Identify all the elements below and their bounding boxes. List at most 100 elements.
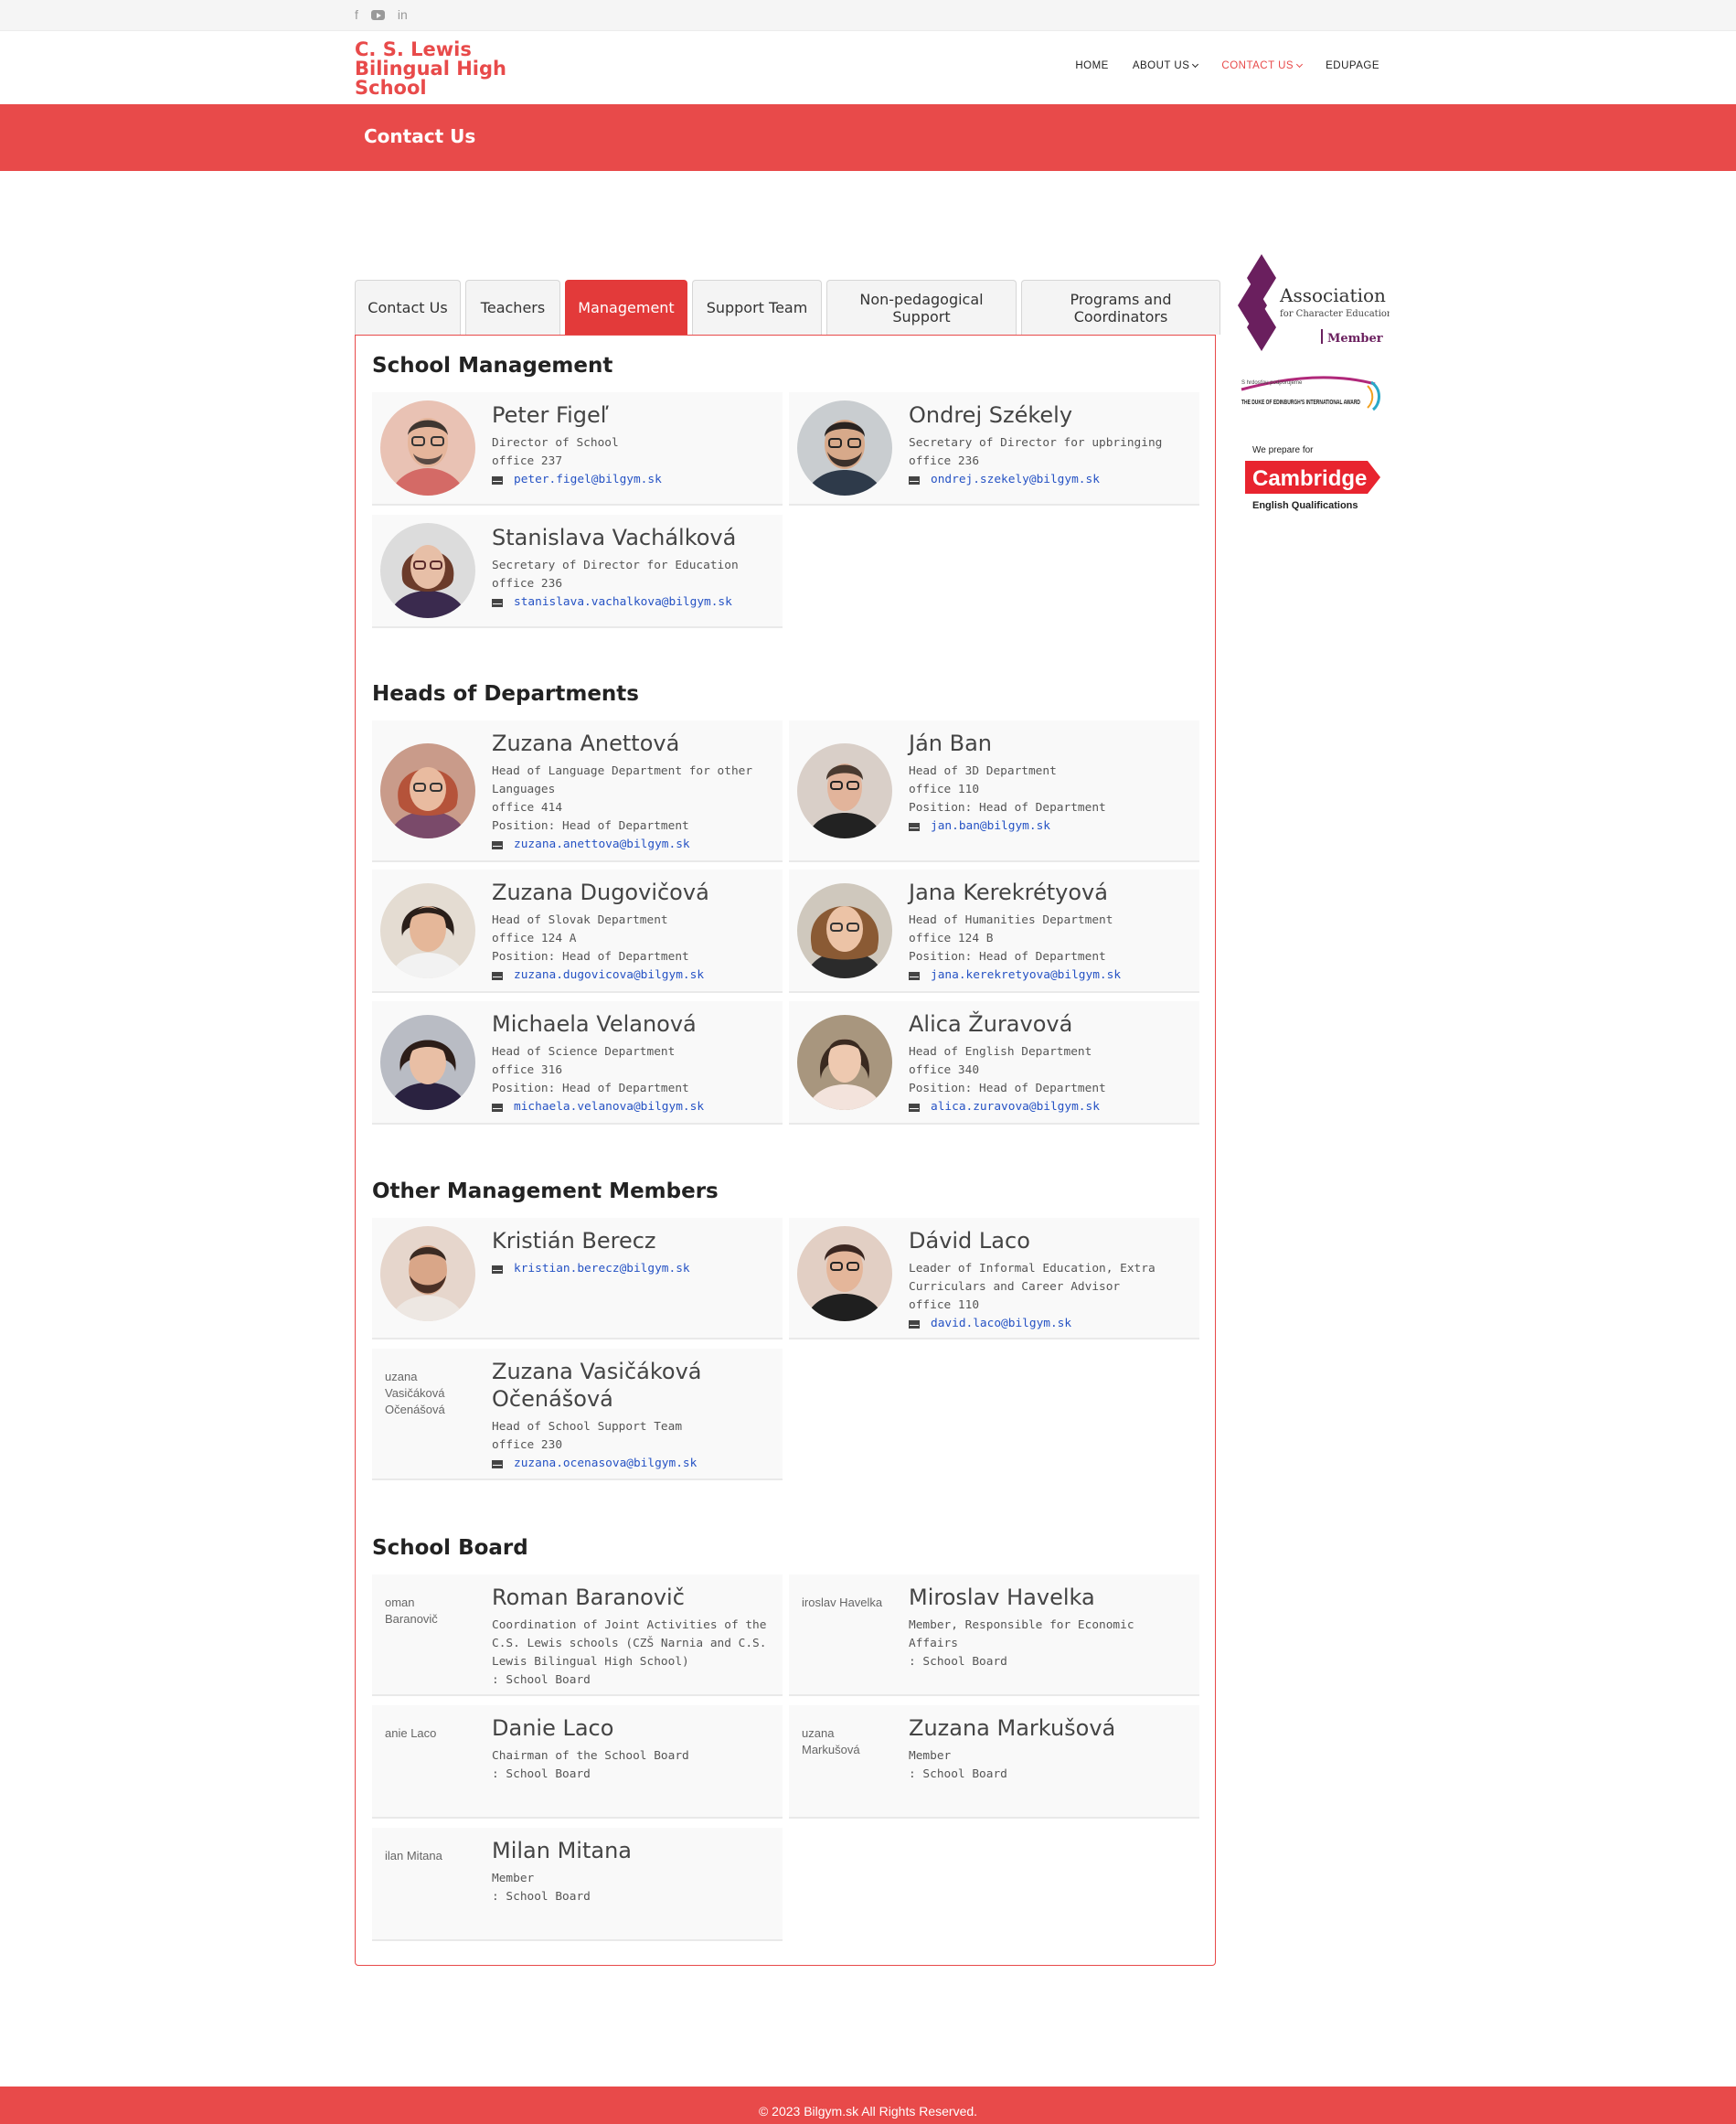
- chevron-down-icon: [1296, 60, 1304, 69]
- page-title-banner: Contact Us: [0, 104, 1736, 171]
- email-link[interactable]: jan.ban@bilgym.sk: [931, 817, 1050, 836]
- avatar: [380, 883, 475, 978]
- nav-home[interactable]: HOME: [1075, 60, 1109, 71]
- person-name: Danie Laco: [492, 1715, 614, 1741]
- person-name: Miroslav Havelka: [909, 1585, 1095, 1610]
- main-nav: HOME ABOUT US CONTACT US EDUPAGE: [1075, 60, 1379, 71]
- person-name: Roman Baranovič: [492, 1585, 685, 1610]
- person-name: Alica Žuravová: [909, 1011, 1073, 1037]
- nav-edupage[interactable]: EDUPAGE: [1326, 60, 1379, 71]
- person-role: Head of School Support Team: [492, 1420, 683, 1434]
- staff-card: ilan Mitana Milan Mitana Member : School…: [372, 1828, 783, 1941]
- section-title-school-board: School Board: [372, 1536, 528, 1560]
- avatar: [380, 523, 475, 618]
- person-name: Dávid Laco: [909, 1228, 1030, 1254]
- email-link[interactable]: zuzana.dugovicova@bilgym.sk: [514, 966, 704, 985]
- person-group: : School Board: [909, 1655, 1007, 1669]
- person-name: Ján Ban: [909, 731, 993, 756]
- ace-subtitle: for Character Education: [1280, 309, 1390, 319]
- person-office: office 236: [909, 454, 980, 468]
- tab-support-team[interactable]: Support Team: [692, 280, 822, 335]
- cambridge-bottom-text: English Qualifications: [1252, 500, 1358, 511]
- tab-management[interactable]: Management: [565, 280, 687, 335]
- staff-card: Jana Kerekrétyová Head of Humanities Dep…: [789, 870, 1199, 993]
- staff-card: Kristián Berecz kristian.berecz@bilgym.s…: [372, 1218, 783, 1340]
- person-name: Zuzana Anettová: [492, 731, 680, 756]
- ace-title: Association: [1279, 284, 1386, 306]
- duke-of-edinburgh-logo[interactable]: S hrdosťou podporujeme THE DUKE OF EDINB…: [1234, 373, 1390, 415]
- linkedin-icon[interactable]: in: [398, 7, 408, 22]
- envelope-icon: [492, 971, 503, 980]
- person-role: Coordination of Joint Activities of the …: [492, 1618, 767, 1669]
- copyright-text: © 2023 Bilgym.sk All Rights Reserved.: [758, 2104, 978, 2119]
- avatar: [797, 743, 892, 838]
- email-link[interactable]: ondrej.szekely@bilgym.sk: [931, 471, 1100, 489]
- email-link[interactable]: david.laco@bilgym.sk: [931, 1315, 1071, 1333]
- person-office: office 110: [909, 783, 980, 796]
- email-link[interactable]: peter.figel@bilgym.sk: [514, 471, 662, 489]
- staff-card: Alica Žuravová Head of English Departmen…: [789, 1001, 1199, 1125]
- avatar: [380, 1015, 475, 1110]
- person-group: : School Board: [909, 1767, 1007, 1781]
- email-link[interactable]: jana.kerekretyova@bilgym.sk: [931, 966, 1121, 985]
- staff-card: iroslav Havelka Miroslav Havelka Member,…: [789, 1574, 1199, 1696]
- person-office: office 237: [492, 454, 563, 468]
- site-header: C. S. Lewis Bilingual High School HOME A…: [0, 31, 1736, 104]
- person-office: office 414: [492, 801, 563, 815]
- youtube-icon[interactable]: [370, 9, 385, 20]
- email-link[interactable]: kristian.berecz@bilgym.sk: [514, 1260, 690, 1278]
- staff-card: Peter Figeľ Director of School office 23…: [372, 392, 783, 506]
- person-name: Zuzana Dugovičová: [492, 880, 709, 905]
- person-group: : School Board: [492, 1767, 591, 1781]
- dofe-small-text: S hrdosťou podporujeme: [1241, 380, 1303, 386]
- facebook-icon[interactable]: f: [355, 7, 358, 22]
- staff-card: Stanislava Vachálková Secretary of Direc…: [372, 515, 783, 628]
- avatar: [797, 1226, 892, 1321]
- person-office: office 230: [492, 1438, 563, 1452]
- person-position: Position: Head of Department: [492, 950, 689, 964]
- avatar-alt-text: anie Laco: [385, 1726, 437, 1740]
- section-title-other-management: Other Management Members: [372, 1179, 719, 1203]
- email-link[interactable]: stanislava.vachalkova@bilgym.sk: [514, 593, 732, 612]
- person-office: office 236: [492, 577, 563, 591]
- site-logo[interactable]: C. S. Lewis Bilingual High School: [355, 40, 538, 98]
- tab-non-pedagogical-support[interactable]: Non-pedagogical Support: [826, 280, 1017, 335]
- email-link[interactable]: zuzana.ocenasova@bilgym.sk: [514, 1455, 697, 1473]
- avatar-alt-text: oman Baranovič: [385, 1596, 438, 1626]
- nav-contact-us[interactable]: CONTACT US: [1221, 60, 1304, 71]
- person-name: Milan Mitana: [492, 1838, 632, 1863]
- envelope-icon: [492, 1103, 503, 1112]
- envelope-icon: [492, 1459, 503, 1468]
- email-link[interactable]: alica.zuravova@bilgym.sk: [931, 1098, 1100, 1116]
- dofe-title: THE DUKE OF EDINBURGH'S INTERNATIONAL AW…: [1241, 400, 1360, 406]
- email-link[interactable]: zuzana.anettova@bilgym.sk: [514, 836, 690, 854]
- tab-programs-and-coordinators[interactable]: Programs and Coordinators: [1021, 280, 1220, 335]
- tab-teachers[interactable]: Teachers: [465, 280, 560, 335]
- envelope-icon: [909, 1103, 920, 1112]
- character-education-logo[interactable]: Association for Character Education Memb…: [1234, 252, 1393, 353]
- person-name: Stanislava Vachálková: [492, 525, 737, 550]
- page-title: Contact Us: [364, 125, 476, 147]
- cambridge-logo[interactable]: We prepare for Cambridge English Qualifi…: [1234, 444, 1390, 518]
- person-name: Zuzana Markušová: [909, 1715, 1116, 1741]
- tab-bar: Contact Us Teachers Management Support T…: [355, 280, 1220, 335]
- staff-card: Zuzana Dugovičová Head of Slovak Departm…: [372, 870, 783, 993]
- ace-member: Member: [1327, 332, 1383, 346]
- tab-contact-us[interactable]: Contact Us: [355, 280, 461, 335]
- person-role: Head of Language Department for other La…: [492, 764, 753, 796]
- person-role: Head of Science Department: [492, 1045, 676, 1059]
- person-office: office 110: [909, 1298, 980, 1312]
- person-role: Member: [909, 1749, 952, 1763]
- email-link[interactable]: michaela.velanova@bilgym.sk: [514, 1098, 704, 1116]
- nav-about-us[interactable]: ABOUT US: [1133, 60, 1199, 71]
- top-bar: f in: [0, 0, 1736, 31]
- envelope-icon: [909, 475, 920, 485]
- person-position: Position: Head of Department: [909, 950, 1106, 964]
- avatar: [380, 743, 475, 838]
- person-role: Chairman of the School Board: [492, 1749, 689, 1763]
- staff-card: Zuzana Anettová Head of Language Departm…: [372, 720, 783, 862]
- person-role: Head of 3D Department: [909, 764, 1057, 778]
- person-role: Leader of Informal Education, Extra Curr…: [909, 1262, 1156, 1294]
- person-role: Head of Humanities Department: [909, 913, 1113, 927]
- section-title-heads-of-departments: Heads of Departments: [372, 682, 639, 706]
